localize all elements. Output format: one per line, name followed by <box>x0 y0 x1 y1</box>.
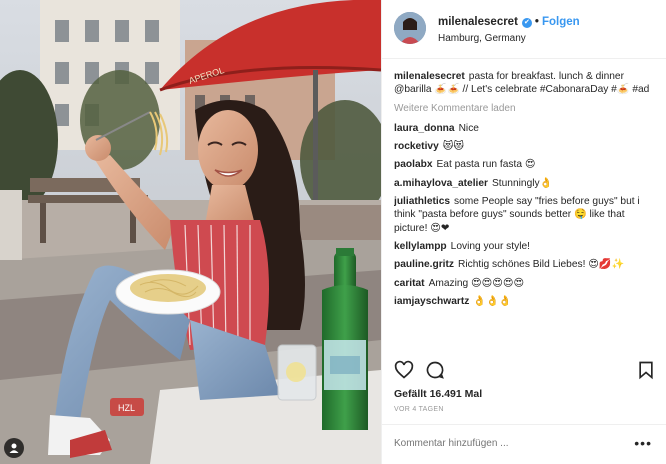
comment-row: paolabx Eat pasta run fasta 😍 <box>394 158 656 171</box>
comment-row: juliathletics some People say "fries befo… <box>394 195 656 235</box>
comment-username[interactable]: pauline.gritz <box>394 259 454 270</box>
comment-username[interactable]: laura_donna <box>394 123 455 134</box>
comment-text: Stunningly👌 <box>492 177 553 189</box>
photo-illustration: APEROL HZL <box>0 0 381 464</box>
comment-text: 👌👌👌 <box>473 295 512 307</box>
comment-text: Richtig schönes Bild Liebes! 😍💋✨ <box>458 259 625 271</box>
separator-dot: • <box>534 16 539 28</box>
location-link[interactable]: Hamburg, Germany <box>438 33 526 44</box>
load-more-comments-button[interactable]: Weitere Kommentare laden <box>394 102 656 115</box>
comment-username[interactable]: rocketivy <box>394 141 439 152</box>
bookmark-icon[interactable] <box>636 360 656 380</box>
comment-row: pauline.gritz Richtig schönes Bild Liebes… <box>394 258 656 271</box>
comment-container: laura_donna Nice rocketivy 😻😻 paolabx Eat pas… <box>394 122 656 308</box>
post-date[interactable]: VOR 4 TAGEN <box>394 406 444 413</box>
cup-label-text: HZL <box>118 403 135 413</box>
comment-row: laura_donna Nice <box>394 122 656 135</box>
comment-username[interactable]: kellylampp <box>394 241 447 252</box>
post-photo[interactable]: APEROL HZL <box>0 0 381 464</box>
comment-username[interactable]: juliathletics <box>394 196 450 207</box>
comment-text: Amazing 😍😍😍😍😍 <box>428 277 525 289</box>
heart-icon[interactable] <box>394 360 414 380</box>
comment-username[interactable]: paolabx <box>394 159 433 170</box>
comment-row: a.mihaylova_atelier Stunningly👌 <box>394 177 656 190</box>
comment-row: rocketivy 😻😻 <box>394 140 656 153</box>
add-comment-bar: ••• <box>382 424 666 464</box>
post-header: milenalesecret ✔ • Folgen Hamburg, Germany <box>382 0 666 59</box>
instagram-post: APEROL HZL milenalesecret ✔ • Folgen Ham… <box>0 0 666 464</box>
comment-row: kellylampp Loving your style! <box>394 240 656 253</box>
comment-icon[interactable] <box>425 360 445 380</box>
comment-username[interactable]: iamjayschwartz <box>394 296 469 307</box>
verified-badge-icon: ✔ <box>521 18 532 28</box>
comment-text: Nice <box>458 122 479 134</box>
more-options-button[interactable]: ••• <box>634 435 652 451</box>
post-details-panel: milenalesecret ✔ • Folgen Hamburg, Germany … <box>381 0 666 464</box>
caption-username[interactable]: milenalesecret <box>394 71 465 82</box>
comments-list[interactable]: milenalesecret pasta for breakfast. lunch… <box>394 70 656 350</box>
comment-username[interactable]: caritat <box>394 278 425 289</box>
caption: milenalesecret pasta for breakfast. lunch… <box>394 70 656 97</box>
username-link[interactable]: milenalesecret <box>438 16 518 28</box>
likes-count[interactable]: Gefällt 16.491 Mal <box>394 388 482 400</box>
action-bar <box>394 360 656 382</box>
add-comment-input[interactable] <box>394 438 604 449</box>
comment-text: 😻😻 <box>442 141 464 153</box>
comment-row: iamjayschwartz 👌👌👌 <box>394 295 656 308</box>
comment-username[interactable]: a.mihaylova_atelier <box>394 178 488 189</box>
header-user-line: milenalesecret ✔ • Folgen <box>438 16 580 28</box>
tagged-user-icon[interactable] <box>4 438 24 458</box>
comment-text: Eat pasta run fasta 😍 <box>436 159 536 171</box>
follow-button[interactable]: Folgen <box>542 16 580 28</box>
comment-text: Loving your style! <box>450 240 530 252</box>
comment-row: caritat Amazing 😍😍😍😍😍 <box>394 277 656 290</box>
avatar[interactable] <box>394 12 426 44</box>
